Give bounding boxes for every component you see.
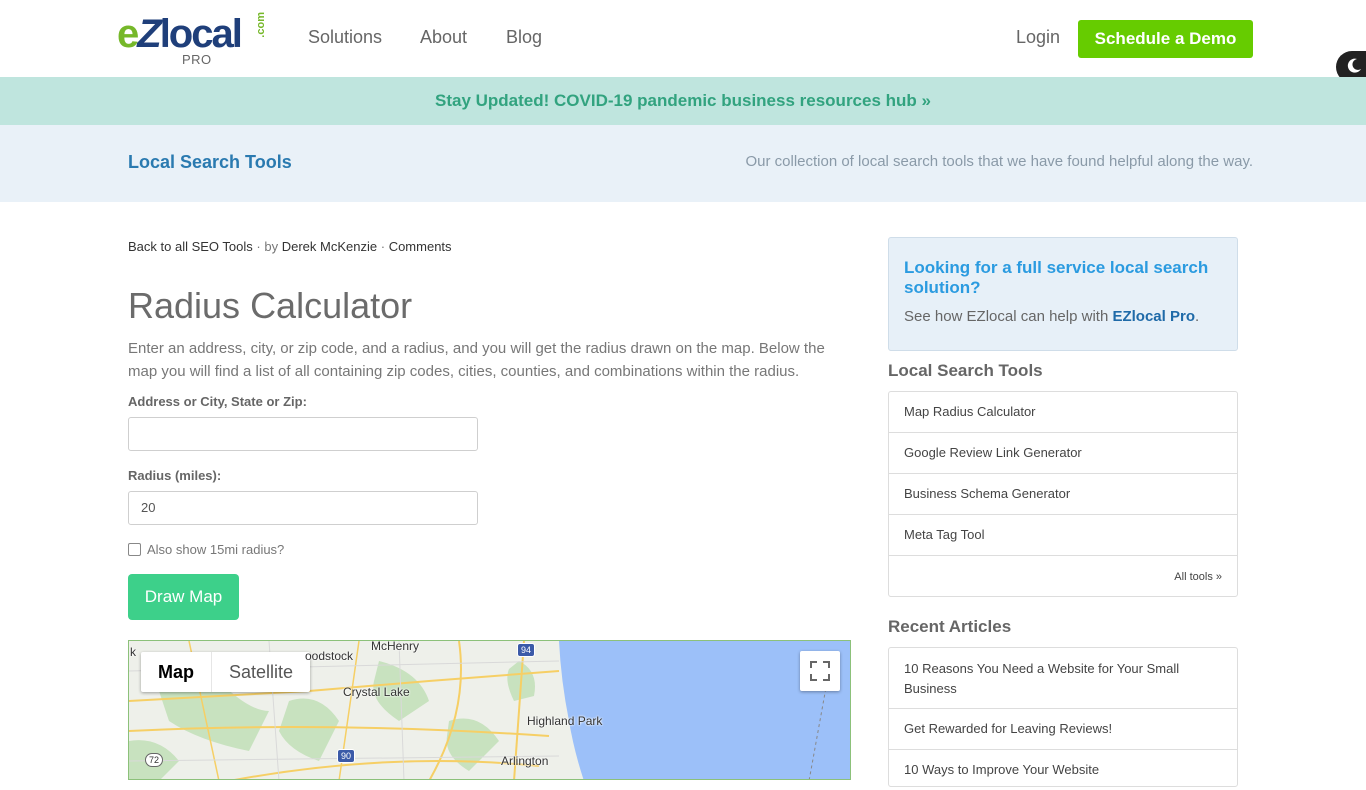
article-item[interactable]: Get Rewarded for Leaving Reviews!: [889, 709, 1237, 750]
intro-text: Enter an address, city, or zip code, and…: [128, 340, 825, 380]
show-15mi-label[interactable]: Also show 15mi radius?: [147, 542, 284, 557]
map-label-edge: k: [130, 645, 136, 659]
nav-blog[interactable]: Blog: [506, 27, 542, 48]
tool-map-radius-calculator[interactable]: Map Radius Calculator: [889, 392, 1237, 433]
tools-list: Map Radius Calculator Google Review Link…: [888, 391, 1238, 597]
promo-period: .: [1194, 308, 1200, 325]
nav-solutions[interactable]: Solutions: [308, 27, 382, 48]
band-title[interactable]: Local Search Tools: [128, 152, 292, 173]
show-15mi-row: Also show 15mi radius?: [128, 542, 284, 557]
byline-by: by: [264, 239, 279, 254]
logo-pro: PRO: [182, 52, 212, 67]
breadcrumb: Back to all SEO Tools · by Derek McKenzi…: [128, 239, 452, 254]
promo-body: See how EZlocal can help with: [904, 308, 1109, 325]
map-label-arlington: Arlington: [501, 754, 549, 768]
address-input[interactable]: [128, 417, 478, 451]
tools-band: Local Search Tools Our collection of loc…: [0, 125, 1366, 202]
tool-meta-tag-tool[interactable]: Meta Tag Tool: [889, 515, 1237, 556]
radius-label: Radius (miles):: [128, 468, 222, 483]
map-type-satellite-button[interactable]: Satellite: [212, 652, 310, 692]
recent-articles-list: 10 Reasons You Need a Website for Your S…: [888, 647, 1238, 787]
page-title: Radius Calculator: [128, 285, 413, 326]
map-type-map-button[interactable]: Map: [141, 652, 212, 692]
address-label: Address or City, State or Zip:: [128, 394, 307, 409]
map-label-mchenry: McHenry: [371, 640, 420, 653]
interstate-90-shield: 90: [337, 749, 356, 763]
map-label-woodstock: oodstock: [305, 649, 354, 663]
ezlocal-pro-link[interactable]: EZlocal Pro: [1112, 308, 1195, 325]
promo-box: Looking for a full service local search …: [888, 237, 1238, 351]
map-label-highland-park: Highland Park: [527, 714, 603, 728]
fullscreen-icon: [810, 661, 830, 681]
promo-text: See how EZlocal can help with EZlocal Pr…: [904, 308, 1222, 325]
breadcrumb-separator: ·: [256, 239, 261, 254]
logo-wordmark: eZlocal: [117, 12, 243, 56]
breadcrumb-separator: ·: [380, 239, 386, 254]
promo-title[interactable]: Looking for a full service local search …: [904, 258, 1222, 298]
schedule-demo-button[interactable]: Schedule a Demo: [1078, 20, 1253, 58]
interstate-94-shield: 94: [517, 643, 536, 657]
covid-banner-link[interactable]: Stay Updated! COVID-19 pandemic business…: [0, 77, 1366, 125]
article-item[interactable]: 10 Ways to Improve Your Website: [889, 750, 1237, 790]
recent-articles-heading: Recent Articles: [888, 617, 1012, 636]
tools-heading: Local Search Tools: [888, 361, 1043, 380]
login-link[interactable]: Login: [1016, 27, 1060, 48]
moon-icon: [1347, 58, 1361, 73]
tool-google-review-link-generator[interactable]: Google Review Link Generator: [889, 433, 1237, 474]
back-to-tools-link[interactable]: Back to all SEO Tools: [128, 239, 253, 254]
band-description: Our collection of local search tools tha…: [745, 153, 1253, 170]
show-15mi-checkbox[interactable]: [128, 543, 141, 556]
radius-input[interactable]: 20: [128, 491, 478, 525]
nav-about[interactable]: About: [420, 27, 467, 48]
route-72-shield: 72: [145, 753, 164, 767]
article-item[interactable]: 10 Reasons You Need a Website for Your S…: [889, 648, 1237, 709]
map-type-control: Map Satellite: [141, 652, 311, 692]
radius-map[interactable]: Map Satellite k oodstock McHenry Crystal…: [128, 640, 851, 780]
draw-map-button[interactable]: Draw Map: [128, 574, 239, 620]
map-label-crystal-lake: Crystal Lake: [343, 685, 410, 699]
comments-link[interactable]: Comments: [389, 239, 452, 254]
author-link[interactable]: Derek McKenzie: [282, 239, 377, 254]
all-tools-link[interactable]: All tools »: [889, 556, 1237, 596]
ezlocal-logo[interactable]: eZlocal .com PRO: [117, 10, 272, 68]
tool-business-schema-generator[interactable]: Business Schema Generator: [889, 474, 1237, 515]
site-header: eZlocal .com PRO Solutions About Blog Lo…: [0, 0, 1366, 77]
logo-com: .com: [255, 12, 267, 38]
fullscreen-button[interactable]: [800, 651, 840, 691]
